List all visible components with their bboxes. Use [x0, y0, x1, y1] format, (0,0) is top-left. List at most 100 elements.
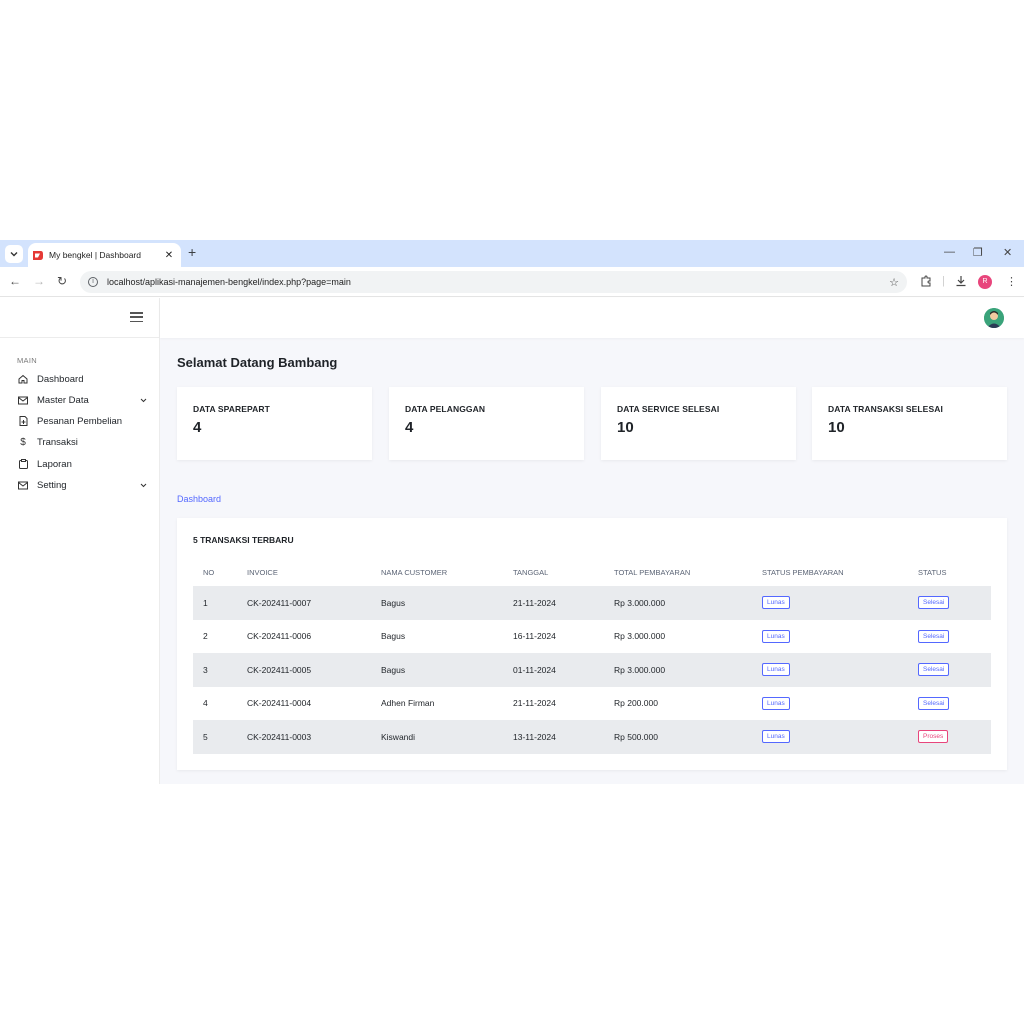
stat-label: DATA SPAREPART	[193, 404, 270, 414]
file-plus-icon	[17, 416, 29, 426]
transactions-table: NO INVOICE NAMA CUSTOMER TANGGAL TOTAL P…	[193, 558, 991, 754]
download-arrow-icon	[956, 276, 966, 287]
bengkel-favicon-icon	[33, 250, 43, 260]
column-header: NAMA CUSTOMER	[381, 567, 448, 577]
column-header: NO	[203, 567, 215, 577]
sidebar-item-label: Setting	[37, 479, 67, 491]
forward-icon[interactable]: →	[33, 274, 45, 288]
reload-icon[interactable]: ↻	[57, 274, 67, 288]
cell-no: 3	[193, 653, 237, 687]
column-header: TOTAL PEMBAYARAN	[614, 567, 691, 577]
close-window-icon[interactable]: ✕	[1003, 246, 1012, 259]
back-icon[interactable]: ←	[9, 274, 21, 288]
chevron-down-icon	[140, 396, 147, 405]
sidebar-item-laporan[interactable]: Laporan	[17, 456, 147, 472]
breadcrumb[interactable]: Dashboard	[177, 494, 221, 504]
column-header: STATUS	[918, 567, 947, 577]
payment-status-badge: Lunas	[762, 629, 790, 643]
browser-tab-active[interactable]: My bengkel | Dashboard ✕	[28, 243, 181, 267]
stat-label: DATA PELANGGAN	[405, 404, 486, 414]
status-badge: Selesai	[918, 596, 950, 610]
table-row: 4 CK-202411-0004 Adhen Firman 21-11-2024…	[193, 687, 991, 721]
table-row: 1 CK-202411-0007 Bagus 21-11-2024 Rp 3.0…	[193, 586, 991, 620]
cell-date: 21-11-2024	[503, 586, 604, 620]
cell-date: 13-11-2024	[503, 720, 604, 754]
table-row: 5 CK-202411-0003 Kiswandi 13-11-2024 Rp …	[193, 720, 991, 754]
url-text[interactable]: localhost/aplikasi-manajemen-bengkel/ind…	[107, 277, 889, 287]
toolbar-divider: |	[942, 275, 945, 287]
cell-invoice: CK-202411-0006	[247, 631, 312, 642]
stat-label: DATA SERVICE SELESAI	[617, 404, 720, 414]
cell-invoice: CK-202411-0005	[237, 653, 371, 687]
stat-value: 10	[617, 419, 634, 436]
cell-status: Selesai	[908, 687, 991, 721]
card-title: 5 TRANSAKSI TERBARU	[193, 535, 294, 545]
chevron-down-icon	[10, 252, 18, 257]
cell-customer: Adhen Firman	[381, 698, 435, 709]
sidebar-item-pesanan-pembelian[interactable]: Pesanan Pembelian	[17, 413, 147, 429]
sidebar-item-label: Master Data	[37, 394, 89, 406]
cell-payment-status: Lunas	[752, 653, 908, 687]
clipboard-icon	[17, 459, 29, 469]
cell-total: Rp 3.000.000	[604, 653, 752, 687]
stat-value: 10	[828, 419, 845, 436]
hamburger-menu-icon[interactable]	[130, 312, 143, 322]
sidebar-item-label: Laporan	[37, 458, 72, 470]
cell-no: 5	[193, 720, 237, 754]
new-tab-icon[interactable]: +	[188, 244, 196, 260]
cell-no: 4	[203, 698, 208, 709]
sidebar-section-label: MAIN	[17, 356, 37, 365]
tab-search-button[interactable]	[5, 245, 23, 263]
table-row: 3 CK-202411-0005 Bagus 01-11-2024 Rp 3.0…	[193, 653, 991, 687]
column-header: INVOICE	[247, 567, 278, 577]
table-header-row: NO INVOICE NAMA CUSTOMER TANGGAL TOTAL P…	[193, 558, 991, 586]
recent-transactions-card: 5 TRANSAKSI TERBARU NO INVOICE NAMA CUST…	[177, 518, 1007, 770]
cell-total: Rp 200.000	[614, 698, 658, 709]
app-container: MAIN Dashboard Master Data Pesanan Pembe…	[0, 298, 1024, 784]
cell-status: Selesai	[908, 586, 991, 620]
restore-icon[interactable]: ❐	[973, 246, 983, 259]
cell-no: 1	[193, 586, 237, 620]
stat-card-pelanggan: DATA PELANGGAN 4	[389, 387, 584, 460]
sidebar-item-transaksi[interactable]: $ Transaksi	[17, 434, 147, 450]
dollar-icon: $	[20, 436, 26, 448]
table-row: 2 CK-202411-0006 Bagus 16-11-2024 Rp 3.0…	[193, 620, 991, 654]
sidebar-item-master-data[interactable]: Master Data	[17, 392, 147, 408]
payment-status-badge: Lunas	[762, 730, 790, 744]
stat-label: DATA TRANSAKSI SELESAI	[828, 404, 943, 414]
page-title: Selamat Datang Bambang	[177, 355, 338, 370]
cell-date: 21-11-2024	[513, 698, 556, 709]
site-info-icon[interactable]: i	[88, 277, 98, 287]
download-icon[interactable]	[955, 275, 967, 290]
cell-payment-status: Lunas	[752, 720, 908, 754]
sidebar: MAIN Dashboard Master Data Pesanan Pembe…	[0, 298, 160, 784]
mail-icon	[17, 396, 29, 405]
extensions-icon[interactable]	[920, 275, 932, 290]
bookmark-star-icon[interactable]: ☆	[889, 276, 899, 289]
tab-strip: My bengkel | Dashboard ✕ + — ❐ ✕	[0, 240, 1024, 267]
cell-total: Rp 500.000	[604, 720, 752, 754]
browser-window: My bengkel | Dashboard ✕ + — ❐ ✕ ← → ↻ i…	[0, 240, 1024, 784]
minimize-icon[interactable]: —	[944, 246, 955, 258]
address-bar[interactable]: i localhost/aplikasi-manajemen-bengkel/i…	[80, 271, 907, 293]
payment-status-badge: Lunas	[762, 696, 790, 710]
status-badge: Selesai	[918, 696, 950, 710]
tab-title: My bengkel | Dashboard	[49, 250, 141, 260]
cell-status: Proses	[908, 720, 991, 754]
column-header: TANGGAL	[513, 567, 549, 577]
user-avatar-icon[interactable]	[984, 308, 1004, 328]
stat-card-service-selesai: DATA SERVICE SELESAI 10	[601, 387, 796, 460]
profile-avatar[interactable]: R	[978, 275, 992, 289]
status-badge: Selesai	[918, 663, 950, 677]
sidebar-header	[0, 298, 159, 338]
payment-status-badge: Lunas	[762, 596, 790, 610]
stat-value: 4	[193, 419, 202, 436]
browser-toolbar: ← → ↻ i localhost/aplikasi-manajemen-ben…	[0, 267, 1024, 297]
close-tab-icon[interactable]: ✕	[163, 250, 175, 261]
sidebar-item-dashboard[interactable]: Dashboard	[17, 371, 147, 387]
cell-no: 2	[203, 631, 208, 642]
stat-card-transaksi-selesai: DATA TRANSAKSI SELESAI 10	[812, 387, 1007, 460]
cell-customer: Bagus	[371, 586, 503, 620]
sidebar-item-setting[interactable]: Setting	[17, 477, 147, 493]
more-menu-icon[interactable]: ⋮	[1006, 275, 1017, 288]
